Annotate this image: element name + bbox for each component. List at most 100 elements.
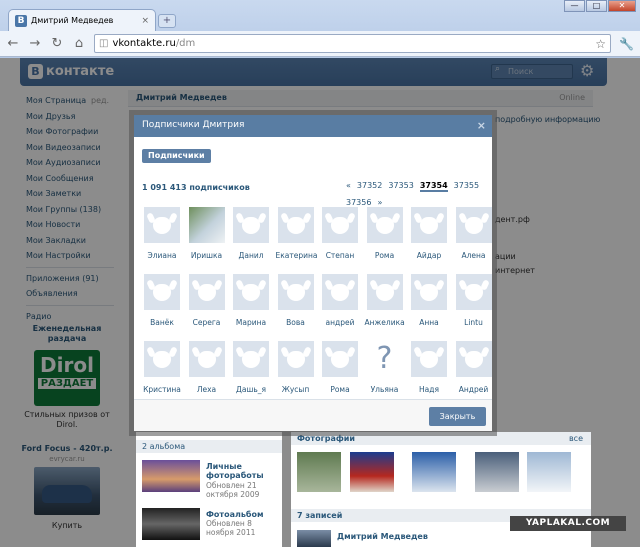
default-avatar-icon[interactable] [277,341,314,377]
wrench-menu-icon[interactable]: 🔧 [619,37,634,51]
subscriber-name[interactable]: Леха [187,385,227,394]
subscriber-card[interactable]: Надя [409,341,449,394]
default-avatar-icon[interactable] [322,341,358,377]
album-item[interactable]: Личные фотоработы Обновлен 21 октября 20… [142,460,280,499]
subscriber-card[interactable]: андрей [320,274,360,327]
subscriber-name[interactable]: Анна [409,318,449,327]
photo-thumbnail[interactable] [475,452,519,492]
subscriber-card[interactable]: Lintu [454,274,494,327]
album-title[interactable]: Фотоальбом [206,510,276,519]
subscriber-card[interactable]: Рома [365,207,405,260]
subscriber-name[interactable]: Марина [231,318,271,327]
home-icon[interactable]: ⌂ [72,36,86,51]
subscriber-name[interactable]: Иришка [187,251,227,260]
subscriber-name[interactable]: Рома [365,251,405,260]
subscriber-card[interactable]: Иришка [187,207,227,260]
tab-subscribers[interactable]: Подписчики [142,149,211,163]
subscriber-card[interactable]: Алена [454,207,494,260]
photo-thumbnail[interactable] [412,452,456,492]
subscriber-name[interactable]: андрей [320,318,360,327]
default-avatar-icon[interactable] [233,274,269,310]
tab-close-icon[interactable]: × [141,16,149,26]
subscriber-card[interactable]: Анна [409,274,449,327]
subscriber-card[interactable]: Дашь_я [231,341,271,394]
default-avatar-icon[interactable] [144,341,180,377]
default-avatar-icon[interactable] [455,207,492,243]
default-avatar-icon[interactable] [144,207,180,243]
pager-page[interactable]: 37355 [454,181,479,192]
default-avatar-icon[interactable] [455,341,492,377]
subscriber-photo[interactable] [188,207,225,243]
subscriber-card[interactable]: Анжелика [365,274,405,327]
subscriber-card[interactable]: Элиана [142,207,182,260]
question-mark-icon[interactable]: ? [366,341,403,377]
default-avatar-icon[interactable] [144,274,180,310]
address-bar[interactable]: ◫ vkontakte.ru/dm ☆ [94,34,612,53]
default-avatar-icon[interactable] [277,207,314,243]
minimize-button[interactable]: — [564,0,585,12]
subscriber-card[interactable]: Ванёк [142,274,182,327]
default-avatar-icon[interactable] [411,207,447,243]
maximize-button[interactable]: □ [586,0,607,12]
default-avatar-icon[interactable] [411,274,447,310]
default-avatar-icon[interactable] [366,207,403,243]
subscriber-name[interactable]: Кристина [142,385,182,394]
reload-icon[interactable]: ↻ [50,36,64,51]
subscriber-name[interactable]: Айдар [409,251,449,260]
subscriber-card[interactable]: Вова [276,274,316,327]
pager-last[interactable]: » [377,198,382,207]
subscriber-card[interactable]: Жусып [276,341,316,394]
default-avatar-icon[interactable] [188,341,225,377]
subscriber-name[interactable]: Екатерина [276,251,318,260]
subscriber-card[interactable]: Степан [320,207,360,260]
subscriber-card[interactable]: Леха [187,341,227,394]
subscriber-name[interactable]: Алена [454,251,494,260]
default-avatar-icon[interactable] [322,274,358,310]
subscriber-name[interactable]: Lintu [454,318,494,327]
pager-page[interactable]: 37353 [388,181,413,192]
default-avatar-icon[interactable] [233,207,269,243]
forward-icon[interactable]: → [28,36,42,51]
subscriber-name[interactable]: Серега [187,318,227,327]
album-item[interactable]: Фотоальбом Обновлен 8 ноября 2011 [142,508,280,544]
close-window-button[interactable]: ✕ [608,0,636,12]
photo-thumbnail[interactable] [527,452,571,492]
photo-thumbnail[interactable] [297,452,341,492]
subscriber-card[interactable]: Андрей [454,341,494,394]
subscriber-card[interactable]: ? Ульяна [365,341,405,394]
default-avatar-icon[interactable] [188,274,225,310]
album-thumbnail[interactable] [142,460,200,492]
subscriber-card[interactable]: Айдар [409,207,449,260]
album-thumbnail[interactable] [142,508,200,540]
new-tab-button[interactable]: + [158,14,176,28]
pager-first[interactable]: « [346,181,351,192]
pager-page[interactable]: 37356 [346,198,371,207]
photos-all-link[interactable]: все [569,434,583,443]
subscriber-name[interactable]: Анжелика [365,318,405,327]
subscriber-card[interactable]: Рома [320,341,360,394]
subscriber-card[interactable]: Кристина [142,341,182,394]
subscriber-name[interactable]: Жусып [276,385,316,394]
subscriber-card[interactable]: Серега [187,274,227,327]
subscriber-name[interactable]: Надя [409,385,449,394]
browser-tab[interactable]: B Дмитрий Медведев × [8,9,156,31]
subscriber-card[interactable]: Марина [231,274,271,327]
subscriber-name[interactable]: Данил [231,251,271,260]
subscriber-name[interactable]: Степан [320,251,360,260]
subscriber-name[interactable]: Ульяна [365,385,405,394]
subscriber-name[interactable]: Дашь_я [231,385,271,394]
default-avatar-icon[interactable] [455,274,492,310]
subscriber-card[interactable]: Екатерина [276,207,318,260]
default-avatar-icon[interactable] [233,341,269,377]
close-button[interactable]: Закрыть [429,407,486,426]
subscriber-name[interactable]: Андрей [454,385,494,394]
default-avatar-icon[interactable] [411,341,447,377]
default-avatar-icon[interactable] [277,274,314,310]
album-title[interactable]: Личные фотоработы [206,462,276,480]
subscriber-name[interactable]: Вова [276,318,316,327]
bookmark-star-icon[interactable]: ☆ [595,37,606,51]
close-icon[interactable]: × [477,119,486,132]
default-avatar-icon[interactable] [322,207,358,243]
subscriber-name[interactable]: Элиана [142,251,182,260]
wall-author[interactable]: Дмитрий Медведев [337,532,428,541]
